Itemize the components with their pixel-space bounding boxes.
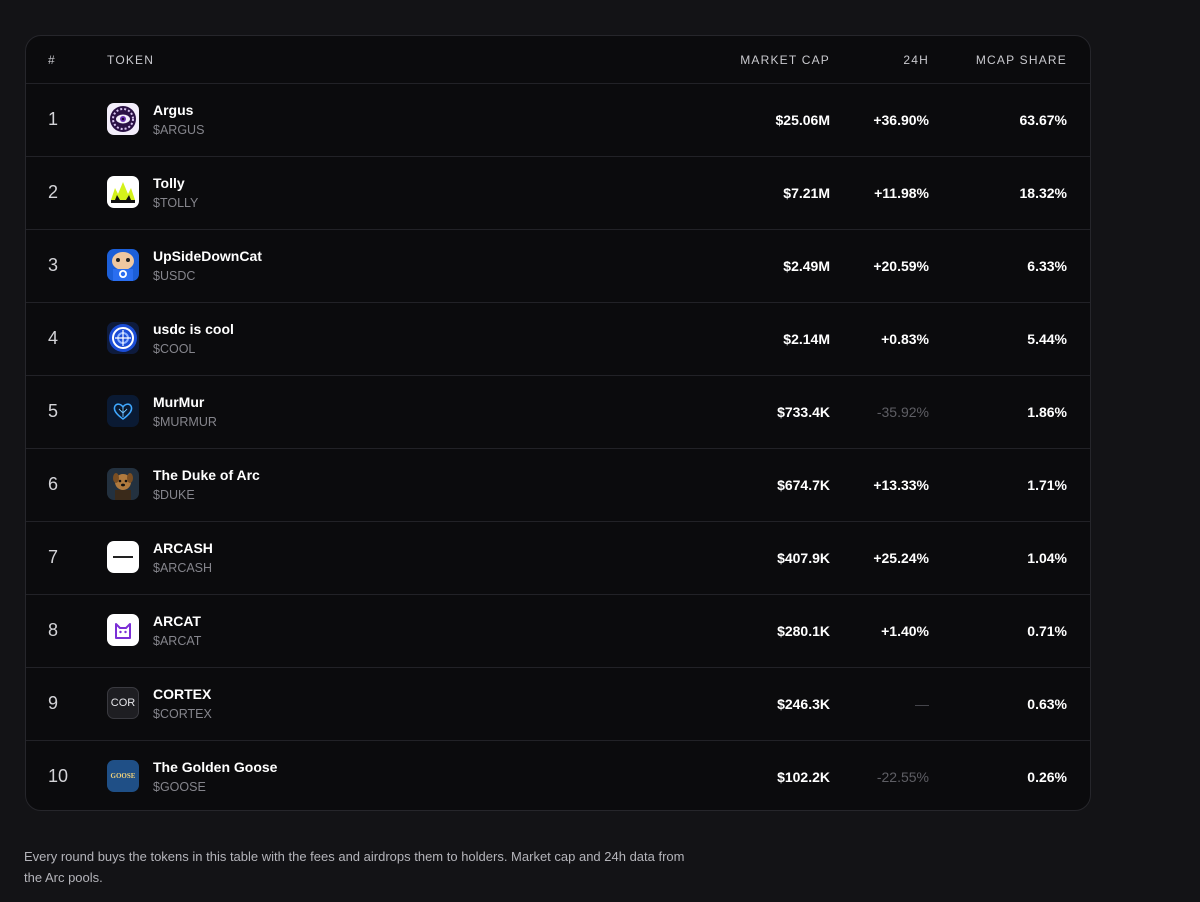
token-name[interactable]: Tolly xyxy=(153,175,185,191)
token-name[interactable]: MurMur xyxy=(153,394,204,410)
change-24h-value: +13.33% xyxy=(873,477,929,493)
mcap-share-value: 0.71% xyxy=(1027,623,1067,639)
row-rank: 2 xyxy=(48,182,59,202)
column-header-rank: # xyxy=(48,53,56,67)
mcap-share-value: 1.71% xyxy=(1027,477,1067,493)
token-symbol: $MURMUR xyxy=(153,415,217,429)
row-rank: 9 xyxy=(48,693,59,713)
table-row[interactable]: 10 GOOSE The Golden Goose $GOOSE $102.2K… xyxy=(26,741,1090,810)
arcat-cat-icon xyxy=(107,614,139,646)
mcap-share-value: 18.32% xyxy=(1019,185,1067,201)
market-cap-value: $2.14M xyxy=(783,331,830,347)
market-cap-value: $246.3K xyxy=(777,696,830,712)
row-rank: 8 xyxy=(48,620,59,640)
row-rank: 3 xyxy=(48,255,59,275)
cool-coin-icon xyxy=(107,322,139,354)
change-24h-value: +1.40% xyxy=(881,623,929,639)
table-row[interactable]: 5 MurMur $MURMUR $733.4K -35.92% 1.86% xyxy=(26,376,1090,449)
mcap-share-value: 1.04% xyxy=(1027,550,1067,566)
token-symbol: $GOOSE xyxy=(153,780,206,794)
upside-down-cat-icon xyxy=(107,249,139,281)
token-symbol: $USDC xyxy=(153,269,196,283)
change-24h-value: -22.55% xyxy=(876,769,929,785)
mcap-share-value: 1.86% xyxy=(1027,404,1067,420)
token-name[interactable]: UpSideDownCat xyxy=(153,248,262,264)
mcap-share-value: 63.67% xyxy=(1019,112,1067,128)
token-symbol: $TOLLY xyxy=(153,196,199,210)
row-rank: 6 xyxy=(48,474,59,494)
token-symbol: $ARCAT xyxy=(153,634,202,648)
change-24h-value: +20.59% xyxy=(873,258,929,274)
table-row[interactable]: 8 ARCAT $ARCAT $280.1K +1.40% 0.71% xyxy=(26,595,1090,668)
token-symbol: $COOL xyxy=(153,342,196,356)
column-header-token[interactable]: TOKEN xyxy=(107,53,154,67)
mcap-share-value: 0.63% xyxy=(1027,696,1067,712)
market-cap-value: $733.4K xyxy=(777,404,830,420)
tolly-crown-icon xyxy=(107,176,139,208)
token-symbol: $ARCASH xyxy=(153,561,213,575)
token-symbol: $DUKE xyxy=(153,488,195,502)
market-cap-value: $407.9K xyxy=(777,550,830,566)
table-row[interactable]: 7 ARCASH $ARCASH $407.9K +25.24% 1.04% xyxy=(26,522,1090,595)
row-rank: 4 xyxy=(48,328,59,348)
column-header-24h[interactable]: 24H xyxy=(903,53,929,67)
table-row[interactable]: 3 UpSideDownCat $USDC $2.49M +20.59% 6.3… xyxy=(26,230,1090,303)
arcash-logo-icon xyxy=(107,541,139,573)
change-24h-value: -35.92% xyxy=(876,404,929,420)
token-name[interactable]: The Duke of Arc xyxy=(153,467,260,483)
golden-goose-icon: GOOSE xyxy=(107,760,139,792)
token-name[interactable]: ARCASH xyxy=(153,540,213,556)
market-cap-value: $674.7K xyxy=(777,477,830,493)
token-name[interactable]: usdc is cool xyxy=(153,321,234,337)
table-row[interactable]: 2 Tolly $TOLLY $7.21M +11.98% 18.32% xyxy=(26,157,1090,230)
market-cap-value: $102.2K xyxy=(777,769,830,785)
token-symbol: $ARGUS xyxy=(153,123,205,137)
murmur-heart-icon xyxy=(107,395,139,427)
column-header-market-cap[interactable]: MARKET CAP xyxy=(740,53,830,67)
token-name[interactable]: Argus xyxy=(153,102,193,118)
row-rank: 10 xyxy=(48,766,69,786)
token-name[interactable]: ARCAT xyxy=(153,613,201,629)
mcap-share-value: 6.33% xyxy=(1027,258,1067,274)
duke-dog-icon xyxy=(107,468,139,500)
market-cap-value: $2.49M xyxy=(783,258,830,274)
row-rank: 7 xyxy=(48,547,59,567)
token-name[interactable]: CORTEX xyxy=(153,686,211,702)
table-row[interactable]: 1 Argus $ARGUS $25.06M +36.90% 63.67% xyxy=(26,84,1090,157)
table-header: # TOKEN MARKET CAP 24H MCAP SHARE xyxy=(26,36,1090,84)
market-cap-value: $280.1K xyxy=(777,623,830,639)
change-24h-value: +25.24% xyxy=(873,550,929,566)
argus-eye-icon xyxy=(107,103,139,135)
change-24h-value: +0.83% xyxy=(881,331,929,347)
table-row[interactable]: 6 The Duke of Arc $DUKE $674.7K +13.33% … xyxy=(26,449,1090,522)
column-header-mcap-share[interactable]: MCAP SHARE xyxy=(976,53,1067,67)
cortex-icon-label: COR xyxy=(110,697,136,709)
token-symbol: $CORTEX xyxy=(153,707,212,721)
row-rank: 5 xyxy=(48,401,59,421)
change-24h-value: — xyxy=(915,696,929,712)
market-cap-value: $25.06M xyxy=(775,112,830,128)
mcap-share-value: 0.26% xyxy=(1027,769,1067,785)
token-table: # TOKEN MARKET CAP 24H MCAP SHARE 1 Argu… xyxy=(25,35,1091,811)
table-row[interactable]: 4 usdc is cool $COOL $2.14M +0.83% 5.44% xyxy=(26,303,1090,376)
row-rank: 1 xyxy=(48,109,59,129)
table-footnote: Every round buys the tokens in this tabl… xyxy=(24,849,685,885)
mcap-share-value: 5.44% xyxy=(1027,331,1067,347)
cortex-text-icon: COR xyxy=(107,687,139,719)
table-row[interactable]: 9 COR CORTEX $CORTEX $246.3K — 0.63% xyxy=(26,668,1090,741)
goose-icon-label: GOOSE xyxy=(110,772,136,780)
change-24h-value: +36.90% xyxy=(873,112,929,128)
market-cap-value: $7.21M xyxy=(783,185,830,201)
change-24h-value: +11.98% xyxy=(874,185,929,201)
token-name[interactable]: The Golden Goose xyxy=(153,759,277,775)
